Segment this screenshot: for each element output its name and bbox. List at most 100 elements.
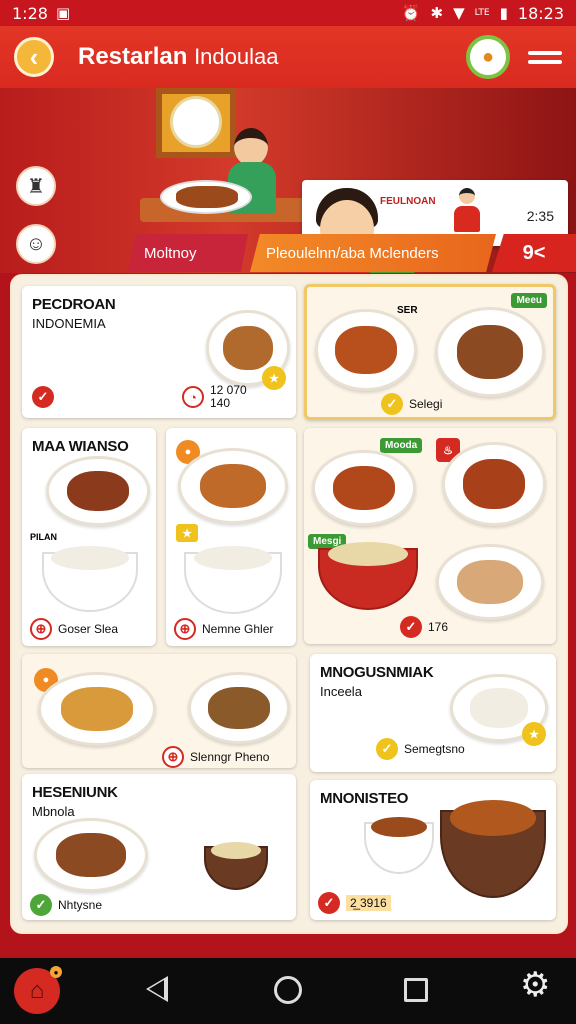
card-subtitle: INDONEMIA xyxy=(32,316,106,331)
photo-icon: ▣ xyxy=(55,4,71,22)
restaurant-home-button[interactable]: ⌂ ● xyxy=(14,966,62,1014)
tag-icon: ⊕ xyxy=(162,746,184,768)
menu-card-heseniunk[interactable]: HESENIUNK Mbnola ✓ Nhtysne xyxy=(22,774,296,920)
card-footer: ✓ Nhtysne xyxy=(30,894,102,916)
check-icon: ✓ xyxy=(318,892,340,914)
check-icon: ✓ xyxy=(381,393,403,415)
status-bar: 1:28 ▣ ⏰ ✱ ▼ LTE ▮ 18:23 xyxy=(0,0,576,26)
clock-icon: ◔ xyxy=(182,386,204,408)
card-corner-tag: SER xyxy=(397,305,418,316)
card-title: MAA WIANSO xyxy=(32,438,129,455)
tab-share[interactable]: 9< xyxy=(492,234,576,272)
star-badge-icon: ★ xyxy=(176,524,198,542)
menu-card-pecdroan[interactable]: PECDROAN INDONEMIA ★ ✓ ◔ 12 070 140 xyxy=(22,286,296,418)
food-plate-image xyxy=(178,448,288,524)
app-bar: ‹ Restarlan Indoulaa ● xyxy=(0,26,576,88)
check-icon: ✓ xyxy=(400,616,422,638)
card-title: MNOGUSNMIAK xyxy=(320,664,434,681)
food-plate-image xyxy=(312,450,416,526)
card-footer-text: Goser Slea xyxy=(58,622,119,636)
status-clock: 18:23 xyxy=(517,3,564,23)
system-nav-bar: ⌂ ● ⚙ xyxy=(0,958,576,1024)
soup-bowl-image xyxy=(364,817,434,874)
stew-bowl-image xyxy=(440,800,546,898)
menu-card-mooda[interactable]: Mooda ♨ Mesgi ✓ 176 xyxy=(304,428,556,644)
menu-badge: Mooda xyxy=(380,438,423,453)
card-footer: ✓ 176 xyxy=(400,616,448,638)
food-plate-image xyxy=(34,818,148,892)
app-title: Restarlan Indoulaa xyxy=(78,43,278,71)
food-plate-image xyxy=(315,309,417,391)
card-footer-text: Slenngr Pheno xyxy=(190,750,270,764)
card-footer: ✓ xyxy=(32,386,54,408)
card-footer-text: 176 xyxy=(428,620,449,634)
notification-dot: ● xyxy=(50,966,62,978)
diner-head xyxy=(234,128,268,166)
food-plate-image xyxy=(436,544,544,620)
card-tag: PILAN xyxy=(30,532,57,542)
card-price-text: 12 070 140 xyxy=(210,383,247,410)
food-plate-image xyxy=(188,672,290,744)
menu-card-mnonisteo[interactable]: MNONISTEO ✓ 2̲ 3916 xyxy=(310,780,556,920)
rating-icon: ★ xyxy=(262,366,286,390)
tab-bar: Moltnoy Pleoulelnn/aba Mclenders 9< xyxy=(0,230,576,274)
card-footer: ✓ Selegi xyxy=(381,393,442,415)
chat-button[interactable]: ● xyxy=(466,35,510,79)
food-plate-image xyxy=(435,307,545,397)
nav-back-icon[interactable] xyxy=(146,976,168,1002)
rice-bowl-image xyxy=(184,545,282,614)
menu-card-nemne[interactable]: ● ★ ⊕ Nemne Ghler xyxy=(166,428,296,646)
card-title: PECDROAN xyxy=(32,296,116,313)
card-footer: ⊕ Nemne Ghler xyxy=(174,618,273,640)
food-plate-image xyxy=(442,442,546,526)
menu-card-slenngr[interactable]: ● ⊕ Slenngr Pheno xyxy=(22,654,296,768)
nav-recents-icon[interactable] xyxy=(404,978,428,1002)
carrier-label: LTE xyxy=(474,8,490,18)
nav-home-icon[interactable] xyxy=(274,976,302,1004)
card-footer: ⊕ Slenngr Pheno xyxy=(162,746,269,768)
menu-card-maa-wianso[interactable]: MAA WIANSO PILAN ⊕ Goser Slea xyxy=(22,428,156,646)
noodle-bowl-image xyxy=(204,842,268,890)
food-plate-image xyxy=(38,672,156,746)
card-title: HESENIUNK xyxy=(32,784,118,801)
menu-line xyxy=(528,50,562,55)
check-icon: ✓ xyxy=(376,738,398,760)
card-footer-text: Nhtysne xyxy=(58,898,103,912)
menu-badge: Meeu xyxy=(511,293,547,308)
menu-line xyxy=(528,59,562,64)
rice-bowl-image xyxy=(42,546,138,612)
menu-card-mnogusnmiak[interactable]: MNOGUSNMIAK Inceela ★ ✓ Semegtsno xyxy=(310,654,556,772)
tag-icon: ⊕ xyxy=(174,618,196,640)
house-icon: ⌂ xyxy=(29,977,45,1004)
chef-hat-icon[interactable]: ♜ xyxy=(16,166,56,206)
settings-gear-icon[interactable]: ⚙ xyxy=(520,968,550,1002)
noodle-bowl-image xyxy=(318,541,418,610)
card-footer: ✓ Semegtsno xyxy=(376,738,465,760)
salad-plate-illustration xyxy=(170,96,222,148)
chevron-left-icon: ‹ xyxy=(29,41,39,72)
battery-icon: ▮ xyxy=(499,4,508,22)
check-icon: ✓ xyxy=(32,386,54,408)
rating-icon: ★ xyxy=(522,722,546,746)
menu-button[interactable] xyxy=(528,40,562,74)
card-subtitle: Mbnola xyxy=(32,804,75,819)
tab-recommendations[interactable]: Pleoulelnn/aba Mclenders xyxy=(250,234,496,272)
menu-board: PECDROAN INDONEMIA ★ ✓ ◔ 12 070 140 Meeu… xyxy=(12,276,566,932)
tab-menu[interactable]: Moltnoy xyxy=(128,234,248,272)
tag-icon: ⊕ xyxy=(30,618,52,640)
alarm-icon: ⏰ xyxy=(401,4,421,22)
card-footer: ✓ 2̲ 3916 xyxy=(318,892,391,914)
chef-card-time: 2:35 xyxy=(526,208,554,224)
card-price: ◔ 12 070 140 xyxy=(182,384,247,410)
chat-bubble-icon: ● xyxy=(481,45,495,68)
bluetooth-off-icon: ✱ xyxy=(430,4,444,22)
food-plate-image xyxy=(46,456,150,526)
menu-card-featured[interactable]: Meeu SER ✓ Selegi xyxy=(304,284,556,420)
card-subtitle: Inceela xyxy=(320,684,362,699)
app-title-bold: Restarlan xyxy=(78,43,188,70)
dish-illustration xyxy=(160,180,252,214)
back-button[interactable]: ‹ xyxy=(14,37,54,77)
app-title-thin: Indoulaa xyxy=(194,44,279,69)
dish-food xyxy=(176,186,238,208)
card-footer-text: Semegtsno xyxy=(404,742,465,756)
